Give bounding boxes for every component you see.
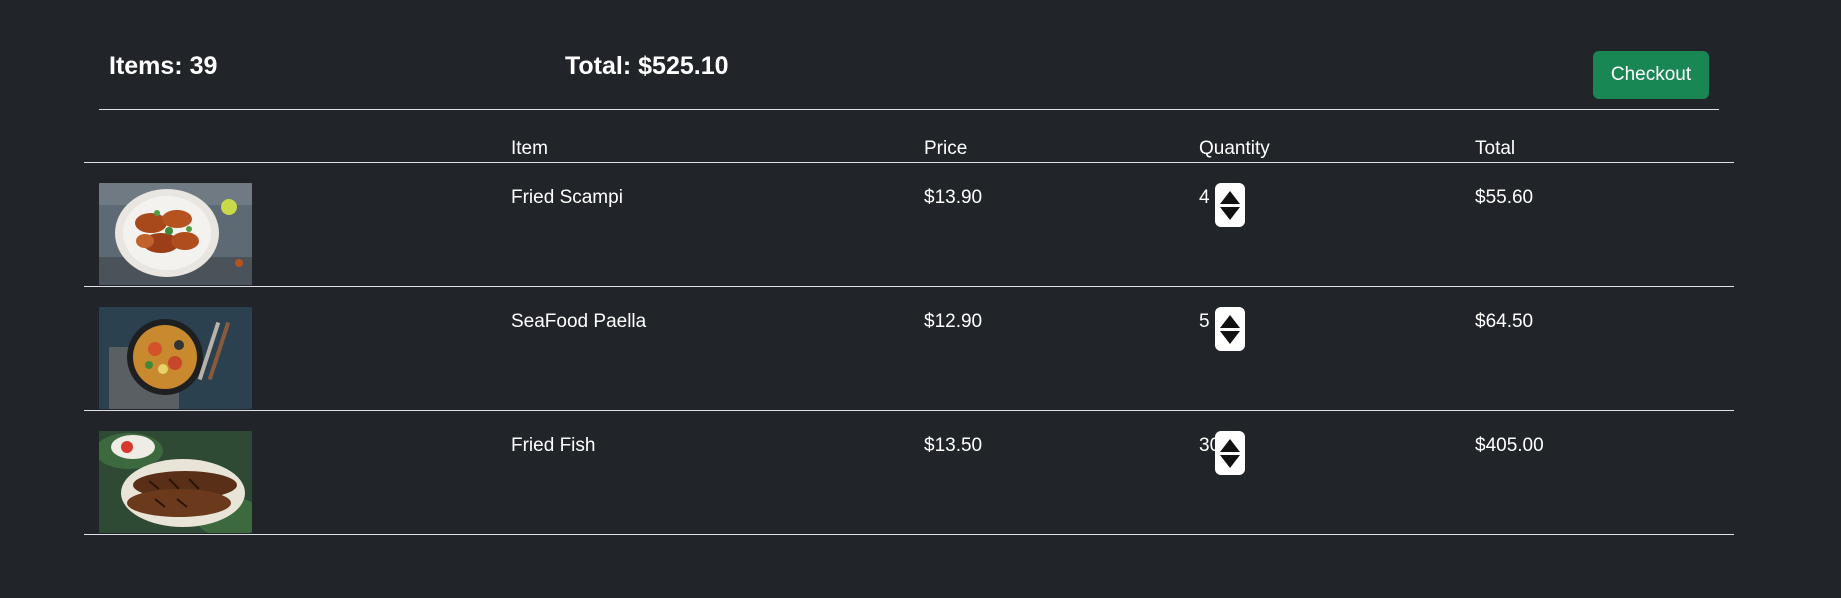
quantity-stepper[interactable] <box>1215 183 1245 227</box>
item-price: $13.90 <box>924 187 983 208</box>
quantity-value[interactable]: 4 <box>1199 187 1215 209</box>
decrement-arrow-icon[interactable] <box>1220 330 1240 344</box>
decrement-arrow-icon[interactable] <box>1220 454 1240 468</box>
column-header-image <box>84 130 511 163</box>
item-price: $13.50 <box>924 435 983 456</box>
increment-arrow-icon[interactable] <box>1220 314 1240 328</box>
column-header-item: Item <box>511 130 924 163</box>
table-row: SeaFood Paella $12.90 5 $64.50 <box>84 286 1734 411</box>
table-row: Fried Fish $13.50 30 $405.00 <box>84 410 1734 535</box>
line-total: $64.50 <box>1475 311 1534 332</box>
item-name: SeaFood Paella <box>511 311 647 332</box>
quantity-stepper[interactable] <box>1215 307 1245 351</box>
seafood-paella-image <box>99 307 252 409</box>
column-header-quantity: Quantity <box>1199 130 1475 163</box>
quantity-control: 4 <box>1199 163 1475 227</box>
cart-table: Item Price Quantity Total Fried Scampi $… <box>84 130 1734 535</box>
checkout-button[interactable]: Checkout <box>1593 51 1709 99</box>
line-total: $405.00 <box>1475 435 1544 456</box>
quantity-value[interactable]: 5 <box>1199 311 1215 333</box>
increment-arrow-icon[interactable] <box>1220 438 1240 452</box>
quantity-control: 5 <box>1199 287 1475 351</box>
quantity-control: 30 <box>1199 411 1475 475</box>
quantity-stepper[interactable] <box>1215 431 1245 475</box>
column-header-total: Total <box>1475 130 1734 163</box>
cart-summary: Items: 39 Total: $525.10 Checkout <box>99 0 1719 110</box>
table-header-row: Item Price Quantity Total <box>84 130 1734 163</box>
increment-arrow-icon[interactable] <box>1220 190 1240 204</box>
column-header-price: Price <box>924 130 1199 163</box>
decrement-arrow-icon[interactable] <box>1220 206 1240 220</box>
cart-total: Total: $525.10 <box>565 52 729 80</box>
quantity-value[interactable]: 30 <box>1199 435 1215 457</box>
table-row: Fried Scampi $13.90 4 $55.60 <box>84 162 1734 287</box>
item-name: Fried Scampi <box>511 187 623 208</box>
item-price: $12.90 <box>924 311 983 332</box>
line-total: $55.60 <box>1475 187 1534 208</box>
items-count: Items: 39 <box>109 52 218 80</box>
fried-scampi-image <box>99 183 252 285</box>
fried-fish-image <box>99 431 252 533</box>
item-name: Fried Fish <box>511 435 596 456</box>
